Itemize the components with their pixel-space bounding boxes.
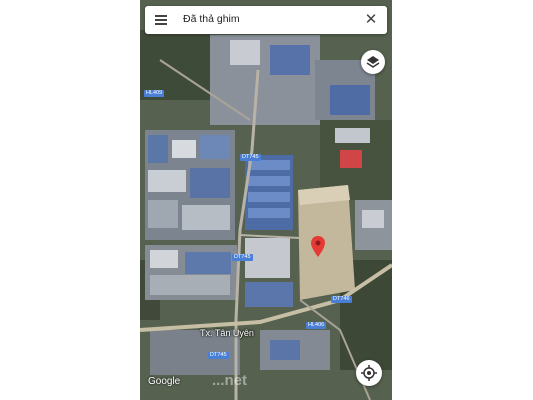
map-view[interactable]: HL409 DT745 DT745 DT746 HL406 DT745 Tx. …: [140, 0, 392, 400]
hamburger-menu-icon[interactable]: [153, 12, 169, 28]
my-location-icon: [361, 365, 377, 381]
road-label-hl406: HL406: [306, 322, 327, 329]
road-label-dt746: DT746: [331, 296, 352, 303]
road-label-dt745-3: DT745: [208, 352, 229, 359]
road-label-dt745-2: DT745: [232, 254, 253, 261]
dropped-pin-icon[interactable]: [311, 236, 325, 257]
google-attribution: Google: [148, 376, 181, 387]
road-label-hl409: HL409: [144, 90, 165, 97]
layers-button[interactable]: [361, 50, 385, 74]
search-query[interactable]: Đã thả ghim: [183, 13, 240, 25]
town-label: Tx. Tân Uyên: [200, 328, 254, 338]
layers-icon: [366, 56, 380, 68]
satellite-imagery[interactable]: [140, 0, 392, 400]
search-bar[interactable]: Đã thả ghim ✕: [145, 6, 387, 34]
road-label-dt745: DT745: [240, 154, 261, 161]
my-location-button[interactable]: [356, 360, 382, 386]
close-icon[interactable]: ✕: [363, 12, 379, 28]
watermark: ...net: [212, 372, 248, 389]
